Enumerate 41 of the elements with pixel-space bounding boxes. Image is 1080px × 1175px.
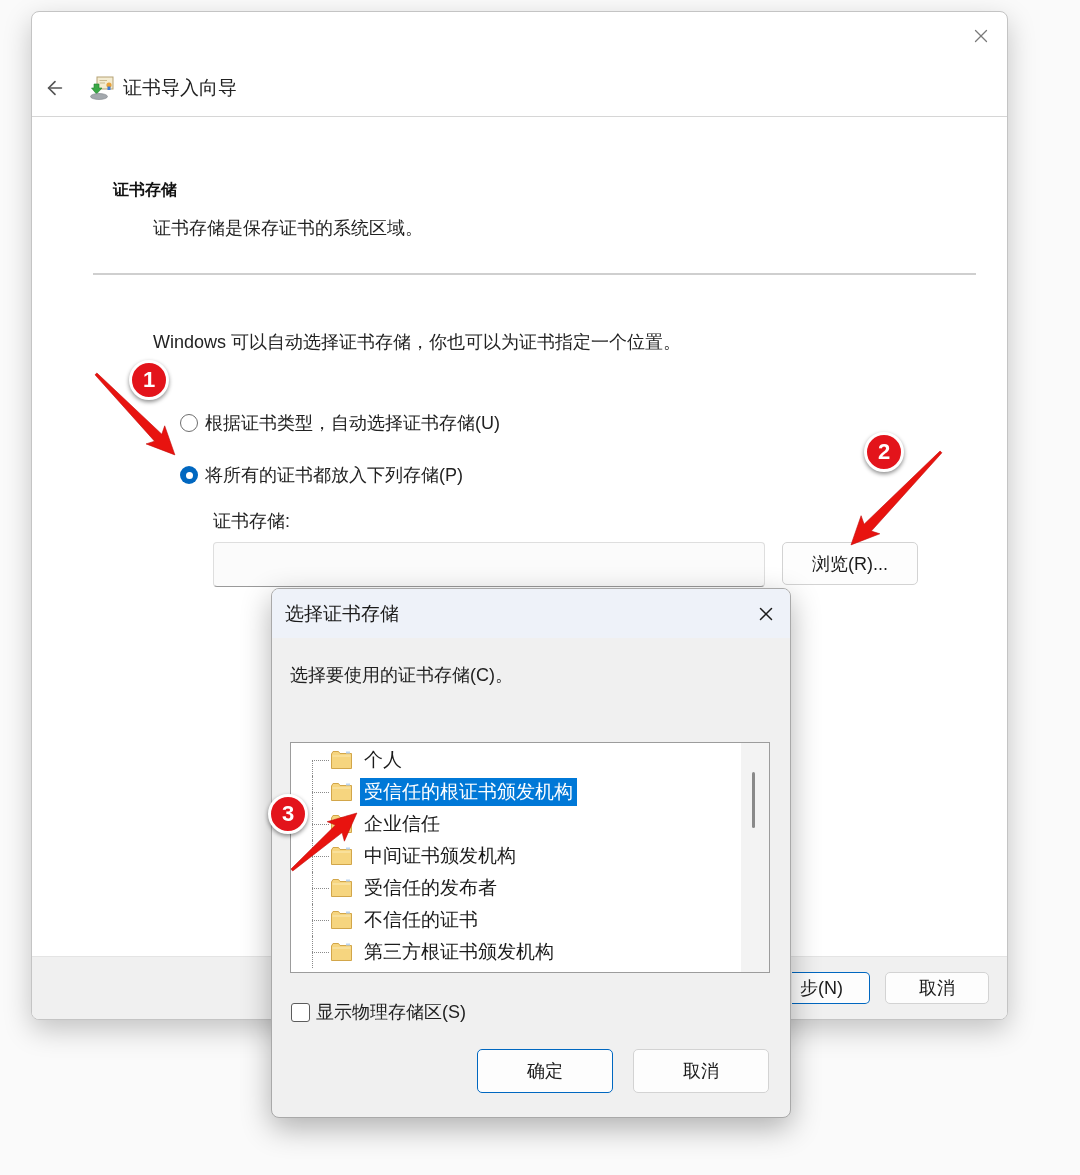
tree-item[interactable]: 第三方根证书颁发机构: [360, 938, 558, 966]
store-input-field[interactable]: [213, 542, 765, 587]
tree-item[interactable]: 不信任的证书: [360, 906, 482, 934]
tree-item[interactable]: 中间证书颁发机构: [360, 842, 520, 870]
tree-branch-line: [312, 808, 329, 840]
dialog-title: 选择证书存储: [285, 601, 399, 626]
ok-button[interactable]: 确定: [477, 1049, 613, 1093]
radio-label[interactable]: 将所有的证书都放入下列存储(P): [205, 463, 463, 487]
scrollbar-thumb[interactable]: [752, 772, 755, 828]
folder-icon: [331, 751, 352, 769]
cancel-button[interactable]: 取消: [885, 972, 989, 1004]
tree-branch-line: [312, 936, 329, 968]
scrollbar[interactable]: [741, 743, 769, 972]
dialog-prompt: 选择要使用的证书存储(C)。: [290, 664, 513, 687]
next-button[interactable]: 步(N): [792, 972, 870, 1004]
tree-item[interactable]: 个人: [360, 746, 406, 774]
tree-item[interactable]: 受信任的根证书颁发机构: [360, 778, 577, 806]
folder-icon: [331, 911, 352, 929]
checkbox-label[interactable]: 显示物理存储区(S): [316, 1000, 466, 1024]
cancel-button[interactable]: 取消: [633, 1049, 769, 1093]
section-description: 证书存储是保存证书的系统区域。: [153, 217, 423, 240]
radio-label[interactable]: 根据证书类型，自动选择证书存储(U): [205, 411, 500, 435]
folder-icon: [331, 783, 352, 801]
checkbox[interactable]: [291, 1002, 310, 1022]
tree-item[interactable]: 企业信任: [360, 810, 444, 838]
folder-icon: [331, 943, 352, 961]
radio-button[interactable]: [180, 466, 198, 484]
tree-branch-line: [312, 872, 329, 904]
section-heading: 证书存储: [113, 180, 177, 200]
tree-item[interactable]: 受信任的发布者: [360, 874, 501, 902]
tree-branch-line: [312, 776, 329, 808]
folder-icon: [331, 879, 352, 897]
field-label: 证书存储:: [213, 510, 290, 533]
radio-button[interactable]: [180, 414, 198, 432]
certificate-arrow-icon: [90, 76, 114, 100]
tree-branch-line: [312, 904, 329, 936]
browse-button[interactable]: 浏览(R)...: [782, 542, 918, 585]
folder-icon: [331, 847, 352, 865]
tree-branch-line: [312, 840, 329, 872]
intro-text: Windows 可以自动选择证书存储，你也可以为证书指定一个位置。: [153, 331, 682, 354]
window-title: 证书导入向导: [123, 76, 237, 100]
